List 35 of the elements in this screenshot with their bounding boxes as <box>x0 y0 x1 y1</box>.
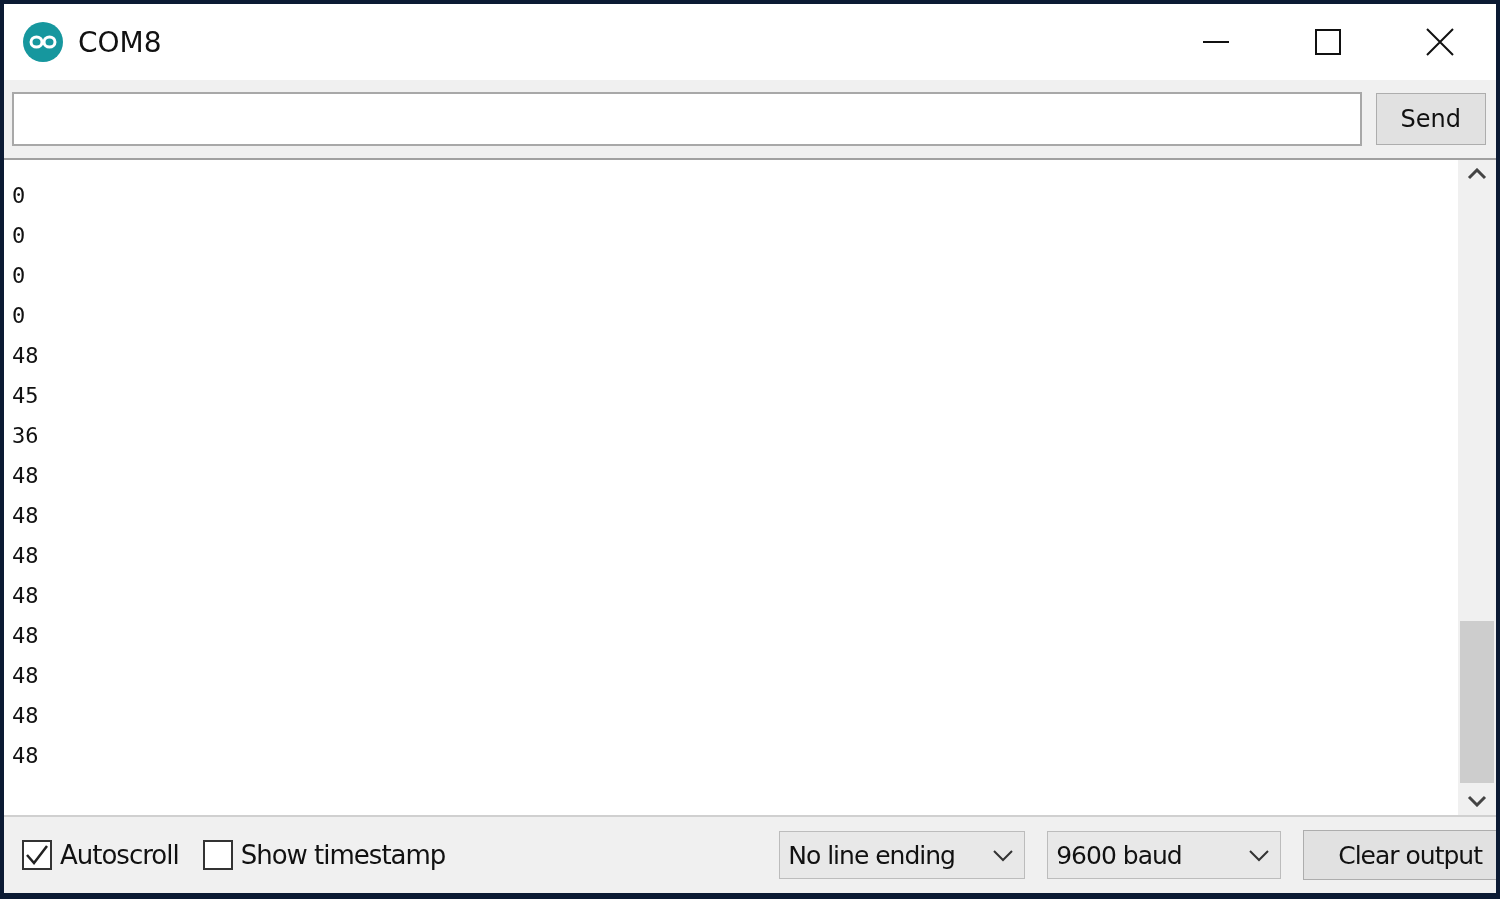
chevron-down-icon <box>992 848 1015 862</box>
scrollbar[interactable] <box>1458 160 1496 815</box>
maximize-icon <box>1315 29 1341 55</box>
output-line: 48 <box>12 662 39 690</box>
chevron-down-icon[interactable] <box>1467 795 1487 807</box>
output-line: 48 <box>12 702 39 730</box>
output-line: 45 <box>12 382 39 410</box>
output-line: 48 <box>12 622 39 650</box>
baud-rate-dropdown[interactable]: 9600 baud <box>1047 831 1282 879</box>
output-line: 48 <box>12 342 39 370</box>
output-line: 0 <box>12 262 26 290</box>
output-line: 48 <box>12 462 39 490</box>
chevron-up-icon[interactable] <box>1467 168 1487 180</box>
infinity-logo-icon <box>22 21 64 63</box>
line-ending-dropdown[interactable]: No line ending <box>779 831 1026 879</box>
output-line: 36 <box>12 422 39 450</box>
output-line: 48 <box>12 542 39 570</box>
output-line: 48 <box>12 742 39 770</box>
checkbox-label: Show timestamp <box>240 840 446 870</box>
output-line: 48 <box>12 502 39 530</box>
send-button[interactable]: Send <box>1375 93 1486 145</box>
checkbox-label: Autoscroll <box>60 840 179 870</box>
output-line: 48 <box>12 582 39 610</box>
close-icon <box>1426 28 1454 56</box>
chevron-down-icon <box>1248 848 1271 862</box>
clear-output-button[interactable]: Clear output <box>1303 830 1496 880</box>
checkbox[interactable] <box>202 840 233 870</box>
message-input-field[interactable] <box>12 92 1362 146</box>
minimize-icon <box>1203 40 1229 44</box>
checkbox[interactable] <box>22 840 52 870</box>
window-title: COM8 <box>78 25 163 59</box>
output-line: 0 <box>12 222 26 250</box>
output-line: 0 <box>12 182 26 210</box>
scrollbar-thumb[interactable] <box>1460 621 1494 783</box>
output-line: 0 <box>12 302 26 330</box>
